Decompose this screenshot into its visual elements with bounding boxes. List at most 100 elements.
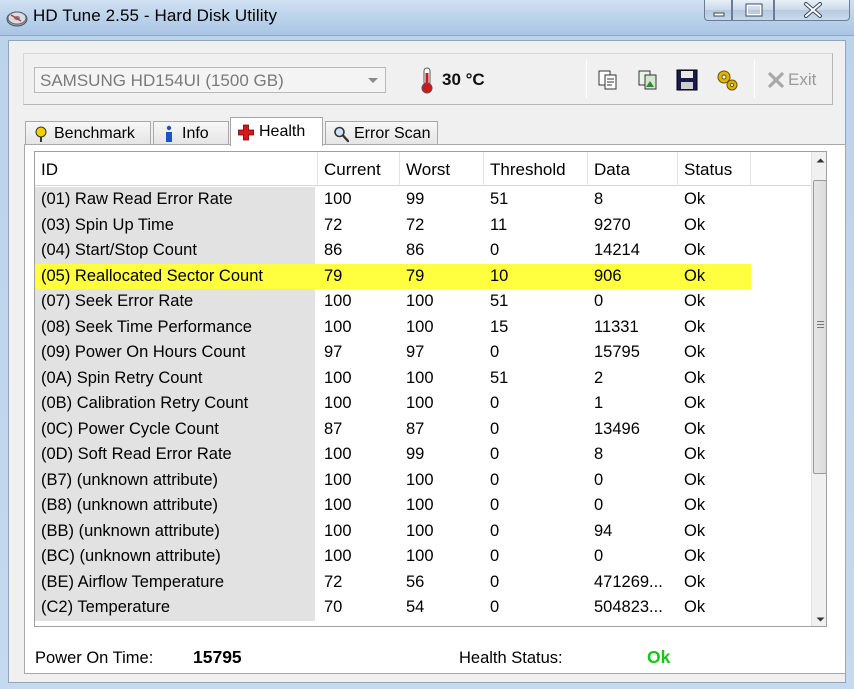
cell-id: (03) Spin Up Time [35, 212, 315, 238]
chevron-down-icon[interactable] [368, 78, 378, 83]
column-header-status[interactable]: Status [678, 152, 751, 186]
table-row[interactable]: (01) Raw Read Error Rate 100 99 51 8 Ok [35, 187, 811, 213]
cell-id: (B8) (unknown attribute) [35, 493, 315, 519]
table-row[interactable]: (B7) (unknown attribute) 100 100 0 0 Ok [35, 467, 811, 493]
cell-threshold: 0 [490, 419, 500, 438]
cell-id: (01) Raw Read Error Rate [35, 187, 315, 213]
scrollbar-thumb[interactable] [813, 180, 826, 474]
cell-current: 100 [324, 317, 352, 336]
table-row[interactable]: (BC) (unknown attribute) 100 100 0 0 Ok [35, 544, 811, 570]
smart-attributes-table[interactable]: ID Current Worst Threshold Data Status (… [34, 151, 827, 627]
cell-current: 100 [324, 445, 352, 463]
cell-current: 87 [324, 419, 343, 438]
cell-worst: 99 [406, 190, 425, 208]
copy-screenshot-icon[interactable] [636, 68, 660, 92]
table-row[interactable]: (07) Seek Error Rate 100 100 51 0 Ok [35, 289, 811, 315]
cell-threshold: 0 [490, 521, 500, 540]
minimize-icon [713, 12, 725, 17]
column-header-current[interactable]: Current [318, 152, 400, 186]
tab-strip: Benchmark Info Health Error Scan [25, 117, 845, 146]
table-row[interactable]: (0A) Spin Retry Count 100 100 51 2 Ok [35, 365, 811, 391]
column-header-worst[interactable]: Worst [400, 152, 484, 186]
toolbar-separator [754, 60, 755, 98]
cell-threshold: 0 [490, 496, 500, 514]
cell-data: 0 [594, 470, 604, 489]
tab-label: Info [182, 125, 209, 142]
save-icon[interactable] [675, 68, 699, 92]
toolbar: SAMSUNG HD154UI (1500 GB) 30 °C Exit [23, 53, 833, 105]
cell-threshold: 51 [490, 190, 509, 208]
table-header: ID Current Worst Threshold Data Status [35, 152, 811, 186]
options-icon[interactable] [715, 68, 739, 92]
column-header-id[interactable]: ID [35, 152, 318, 186]
table-row[interactable]: (0C) Power Cycle Count 87 87 0 13496 Ok [35, 416, 811, 442]
cell-id: (08) Seek Time Performance [35, 314, 315, 340]
close-button[interactable] [774, 0, 850, 21]
health-status-label: Health Status: [459, 649, 563, 667]
cell-status: Ok [684, 190, 706, 208]
cell-data: 14214 [594, 241, 640, 259]
tab-health[interactable]: Health [230, 117, 323, 146]
table-row[interactable]: (08) Seek Time Performance 100 100 15 11331 O… [35, 314, 811, 340]
hdtune-disk-icon [6, 11, 28, 27]
tab-benchmark[interactable]: Benchmark [25, 121, 151, 145]
cell-worst: 99 [406, 445, 425, 463]
table-row[interactable]: (09) Power On Hours Count 97 97 0 15795 Ok [35, 340, 811, 366]
scroll-up-arrow-icon[interactable] [812, 152, 827, 169]
maximize-icon [745, 3, 763, 17]
exit-label: Exit [788, 70, 817, 89]
cell-current: 100 [324, 368, 352, 387]
copy-text-icon[interactable] [596, 68, 620, 92]
health-cross-icon [238, 124, 254, 141]
column-header-threshold[interactable]: Threshold [484, 152, 588, 186]
table-row[interactable]: (0D) Soft Read Error Rate 100 99 0 8 Ok [35, 442, 811, 468]
cell-current: 97 [324, 343, 343, 361]
cell-current: 72 [324, 215, 343, 234]
cell-worst: 100 [406, 292, 434, 310]
cell-status: Ok [684, 547, 706, 565]
cell-current: 100 [324, 521, 352, 540]
cell-worst: 54 [406, 598, 425, 616]
column-header-data[interactable]: Data [588, 152, 678, 186]
table-row[interactable]: (BE) Airflow Temperature 72 56 0 471269... Ok [35, 569, 811, 595]
scroll-down-arrow-icon[interactable] [812, 611, 827, 627]
tab-label: Benchmark [54, 125, 135, 142]
table-row[interactable]: (04) Start/Stop Count 86 86 0 14214 Ok [35, 238, 811, 264]
minimize-button[interactable] [704, 0, 732, 21]
table-row[interactable]: (0B) Calibration Retry Count 100 100 0 1 Ok [35, 391, 811, 417]
title-bar[interactable]: HD Tune 2.55 - Hard Disk Utility [0, 0, 854, 36]
cell-worst: 100 [406, 317, 434, 336]
cell-status: Ok [684, 292, 706, 310]
table-row[interactable]: (05) Reallocated Sector Count 79 79 10 906 Ok [35, 263, 811, 289]
cell-worst: 100 [406, 521, 434, 540]
cell-data: 0 [594, 496, 604, 514]
exit-button[interactable]: Exit [766, 67, 826, 93]
window-title: HD Tune 2.55 - Hard Disk Utility [33, 6, 278, 25]
table-row[interactable]: (B8) (unknown attribute) 100 100 0 0 Ok [35, 493, 811, 519]
cell-data: 13496 [594, 419, 640, 438]
cell-threshold: 51 [490, 292, 509, 310]
tab-info[interactable]: Info [153, 121, 229, 145]
cell-status: Ok [684, 445, 706, 463]
cell-threshold: 0 [490, 241, 500, 259]
cell-status: Ok [684, 343, 706, 361]
close-icon [804, 2, 822, 18]
maximize-button[interactable] [732, 0, 774, 21]
table-row[interactable]: (BB) (unknown attribute) 100 100 0 94 Ok [35, 518, 811, 544]
cell-worst: 87 [406, 419, 425, 438]
vertical-scrollbar[interactable] [811, 152, 827, 627]
cell-id: (09) Power On Hours Count [35, 340, 315, 366]
table-row[interactable]: (03) Spin Up Time 72 72 11 9270 Ok [35, 212, 811, 238]
drive-select[interactable]: SAMSUNG HD154UI (1500 GB) [34, 67, 386, 93]
cell-current: 100 [324, 292, 352, 310]
info-icon [166, 125, 172, 142]
cell-worst: 100 [406, 547, 434, 565]
cell-worst: 56 [406, 572, 425, 591]
cell-id: (BE) Airflow Temperature [35, 569, 315, 595]
cell-id: (0D) Soft Read Error Rate [35, 442, 315, 468]
tab-error-scan[interactable]: Error Scan [325, 121, 438, 145]
cell-threshold: 0 [490, 343, 500, 361]
cell-threshold: 15 [490, 317, 509, 336]
table-row[interactable]: (C2) Temperature 70 54 0 504823... Ok [35, 595, 811, 621]
health-panel: ID Current Worst Threshold Data Status (… [24, 144, 846, 674]
